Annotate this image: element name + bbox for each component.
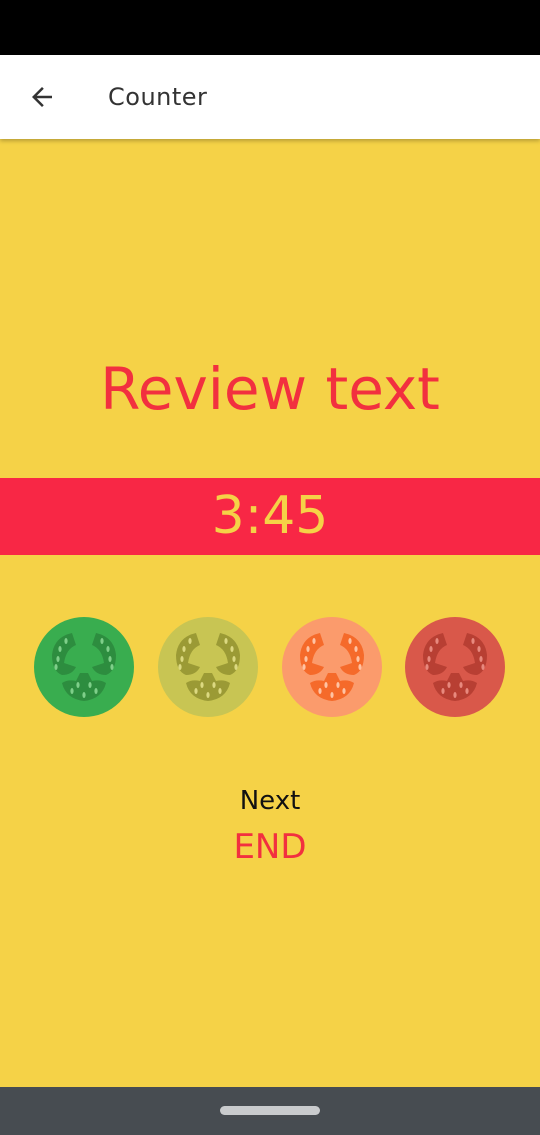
tomato-seed [348,638,352,644]
tomato-seed [306,646,310,652]
phase-title: Review text [100,355,440,423]
tomato-seed [479,656,483,662]
tomato-seed [447,682,451,688]
app-bar: Counter [0,55,540,139]
home-handle[interactable] [220,1106,320,1115]
tomato-seed [481,664,485,670]
page-title: Counter [108,83,208,111]
tomato-seed [178,664,182,670]
tomato-seed [64,638,68,644]
tomato-skin [405,617,505,717]
tomato-seed [108,656,112,662]
tomato-seed [465,688,469,694]
arrow-left-icon [32,87,52,107]
tomato-seed [427,656,431,662]
tomato-seed [425,664,429,670]
tomato-seed [312,638,316,644]
tomato-seed [302,664,306,670]
tomato-skin [158,617,258,717]
timer-display: 3:45 [211,486,329,546]
navigation-bar [0,1087,540,1135]
tomato-seed [304,656,308,662]
tomato-seed [234,664,238,670]
tomato-orange-icon [282,617,382,717]
tomato-seed [324,682,328,688]
tomato-seed [206,692,210,698]
tomato-olive-icon [158,617,258,717]
tomato-red-icon [405,617,505,717]
pomodoro-screen: Review text 3:45 Next END [0,139,540,1087]
tomato-seed [471,638,475,644]
tomato-seed [218,688,222,694]
tomato-seed [70,688,74,694]
tomato-seed [330,692,334,698]
tomato-seed [212,682,216,688]
tomato-seed [342,688,346,694]
tomato-seed [56,656,60,662]
tomato-seed [88,682,92,688]
tomato-seed [477,646,481,652]
tomato-seed [318,688,322,694]
next-phase-value: END [233,827,307,867]
tomato-progress-row [0,615,540,719]
back-button[interactable] [14,69,70,125]
tomato-seed [224,638,228,644]
tomato-seed [441,688,445,694]
tomato-seed [180,656,184,662]
tomato-skin [34,617,134,717]
tomato-seed [453,692,457,698]
tomato-seed [230,646,234,652]
tomato-seed [58,646,62,652]
tomato-seed [110,664,114,670]
tomato-seed [76,682,80,688]
tomato-seed [94,688,98,694]
status-bar [0,0,540,55]
tomato-seed [429,646,433,652]
tomato-seed [358,664,362,670]
tomato-seed [459,682,463,688]
next-label: Next [239,786,301,816]
tomato-seed [106,646,110,652]
tomato-skin [282,617,382,717]
tomato-seed [182,646,186,652]
timer-band: 3:45 [0,478,540,555]
tomato-seed [100,638,104,644]
tomato-seed [354,646,358,652]
tomato-seed [232,656,236,662]
tomato-green-icon [34,617,134,717]
tomato-seed [336,682,340,688]
tomato-seed [194,688,198,694]
tomato-seed [54,664,58,670]
tomato-seed [356,656,360,662]
tomato-seed [82,692,86,698]
tomato-seed [200,682,204,688]
tomato-seed [435,638,439,644]
tomato-seed [188,638,192,644]
